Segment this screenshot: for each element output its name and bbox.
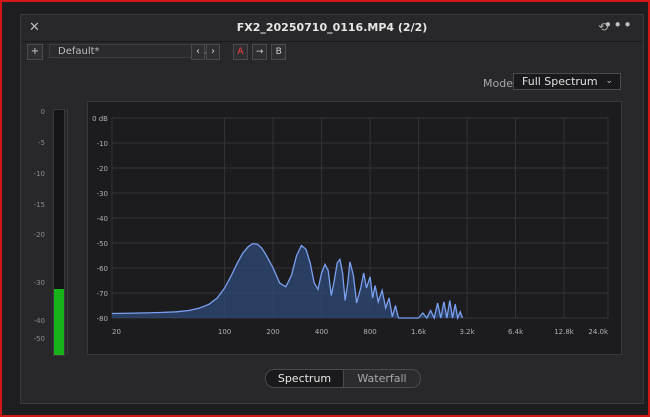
y-tick-label: -20: [97, 165, 108, 173]
spectrum-plot-panel: 0 dB -10 -20 -30 -40 -50 -60 -70 -80 20 100 200 400 8…: [87, 101, 622, 355]
audio-analyzer-window: ✕ FX2_20250710_0116.MP4 (2/2) ⟲ ••• + De…: [20, 14, 644, 404]
toolbar: + Default* ⌄ ‹ › A → B: [21, 42, 643, 62]
a-button[interactable]: A: [233, 44, 248, 60]
y-tick-label: -30: [97, 190, 108, 198]
window-title: FX2_20250710_0116.MP4 (2/2): [236, 21, 428, 34]
meter-divider: [67, 109, 68, 354]
x-tick-label: 1.6k: [411, 328, 427, 336]
x-tick-label: 24.0k: [588, 328, 609, 336]
x-tick-label: 100: [218, 328, 231, 336]
meter-scale-label: -10: [33, 170, 45, 178]
tab-waterfall[interactable]: Waterfall: [344, 370, 420, 387]
b-button[interactable]: B: [271, 44, 287, 60]
more-options-icon[interactable]: •••: [603, 16, 633, 34]
copy-a-to-b-button[interactable]: →: [252, 44, 268, 60]
tab-spectrum[interactable]: Spectrum: [266, 370, 344, 387]
x-tick-label: 800: [363, 328, 376, 336]
y-tick-label: 0 dB: [92, 115, 108, 123]
mode-value: Full Spectrum: [522, 75, 598, 88]
mode-label: Mode: [483, 77, 513, 90]
y-tick-label: -50: [97, 240, 108, 248]
ab-compare-group: A → B: [233, 44, 287, 63]
meter-scale-label: -15: [33, 201, 45, 209]
x-tick-label: 20: [112, 328, 121, 336]
title-bar: ✕ FX2_20250710_0116.MP4 (2/2) ⟲ •••: [21, 15, 643, 42]
meter-scale-label: -20: [33, 231, 45, 239]
meter-scale-label: -50: [33, 335, 45, 343]
x-tick-label: 200: [266, 328, 279, 336]
add-preset-button[interactable]: +: [27, 44, 43, 60]
previous-preset-button[interactable]: ‹: [191, 44, 205, 60]
meter-scale-label: 0: [40, 108, 45, 116]
y-tick-label: -40: [97, 215, 108, 223]
preset-value: Default*: [58, 46, 100, 57]
x-tick-label: 12.8k: [554, 328, 575, 336]
x-tick-label: 400: [315, 328, 328, 336]
y-tick-label: -60: [97, 265, 108, 273]
x-tick-label: 3.2k: [459, 328, 475, 336]
spectrum-area: [112, 243, 463, 318]
spectrum-chart: 0 dB -10 -20 -30 -40 -50 -60 -70 -80 20 100 200 400 8…: [92, 115, 609, 336]
chevron-down-icon: ⌄: [605, 76, 613, 86]
y-tick-label: -70: [97, 290, 108, 298]
level-meter-fill: [54, 288, 64, 355]
meter-scale-label: -5: [38, 139, 45, 147]
y-tick-label: -80: [97, 315, 108, 323]
next-preset-button[interactable]: ›: [206, 44, 220, 60]
level-meter: [53, 109, 65, 356]
meter-scale-label: -40: [33, 317, 45, 325]
x-tick-label: 6.4k: [508, 328, 524, 336]
meter-scale-label: -30: [33, 279, 45, 287]
y-tick-label: -10: [97, 140, 108, 148]
mode-dropdown[interactable]: Full Spectrum ⌄: [513, 73, 621, 90]
view-toggle: Spectrum Waterfall: [265, 369, 421, 388]
